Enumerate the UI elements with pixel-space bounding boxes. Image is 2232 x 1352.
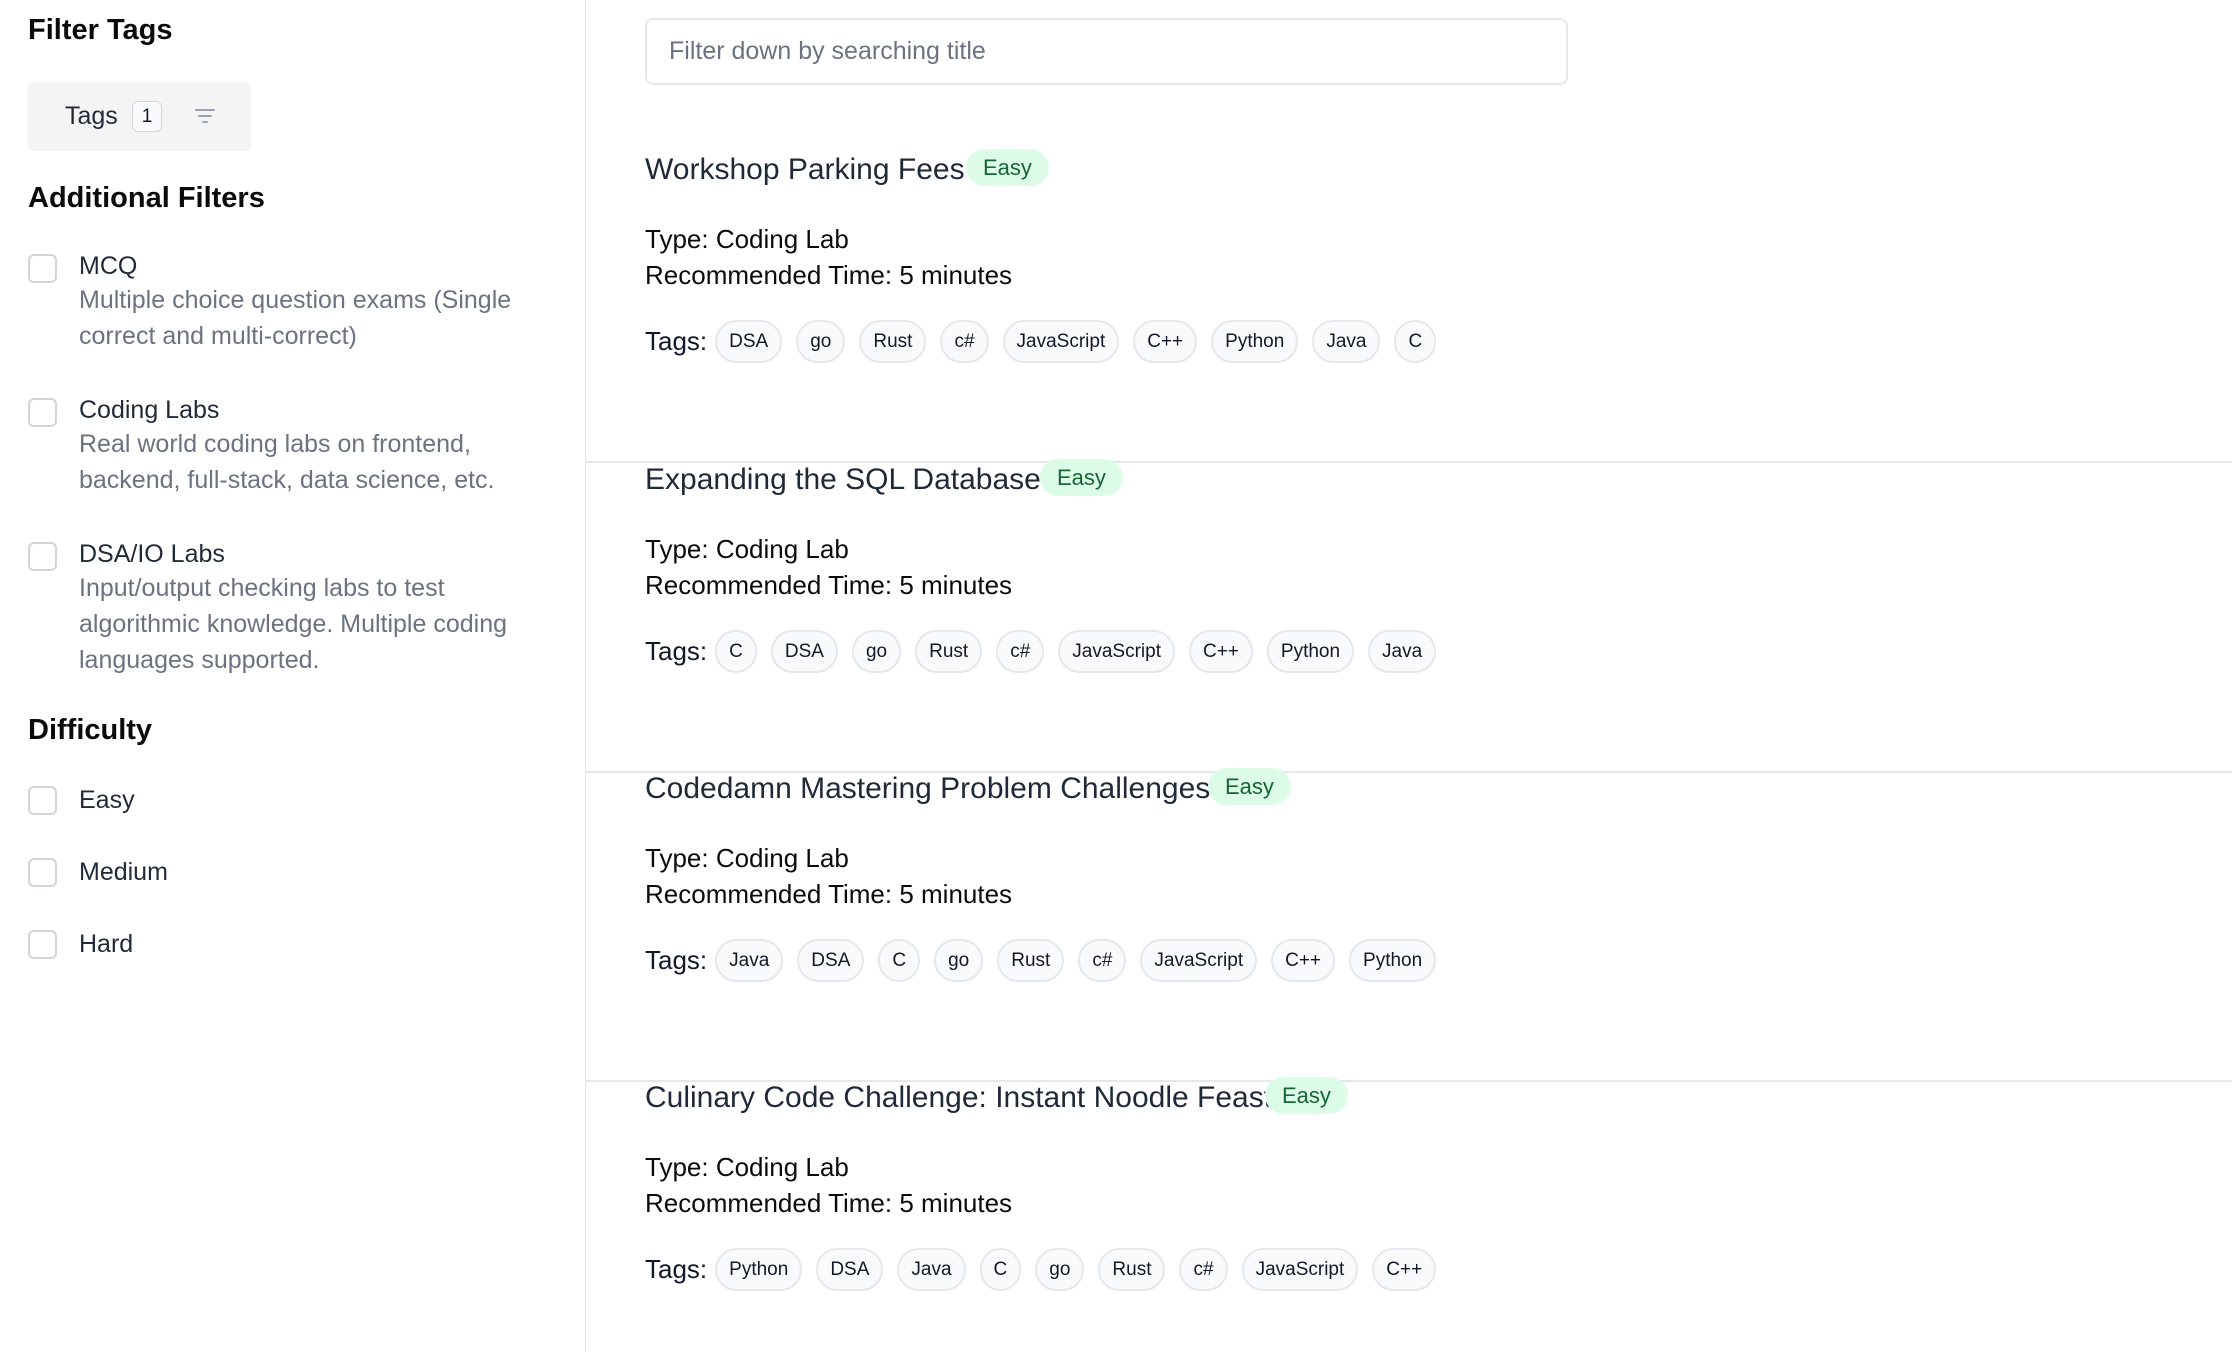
dsa-io-labs-description: Input/output checking labs to test algor… <box>79 574 508 674</box>
difficulty-badge: Easy <box>966 149 1049 186</box>
tag-chip: JavaScript <box>1140 939 1258 982</box>
hard-label: Hard <box>79 930 134 958</box>
easy-label: Easy <box>79 786 135 814</box>
lab-title-link[interactable]: Culinary Code Challenge: Instant Noodle … <box>645 1081 1272 1115</box>
recommended-time: Recommended Time: 5 minutes <box>645 1188 1013 1218</box>
tag-chip: Java <box>1368 630 1437 673</box>
lab-tags-row: Tags: Python DSA Java Cgo Rust c# JavaScript C++ <box>645 1248 1437 1291</box>
dsa-io-labs-label: DSA/IO Labs <box>79 540 225 568</box>
tag-chip: Python <box>715 1248 803 1291</box>
tag-chip: c# <box>996 630 1045 673</box>
tag-chip: Java <box>1312 320 1381 363</box>
lab-type: Type: Coding Lab <box>645 843 849 873</box>
lab-tags-row: Tags: DSA go Rust c# JavaScript C++ Python Java C <box>645 320 1437 363</box>
tags-label: Tags: <box>645 945 708 975</box>
lab-card: Expanding the SQL Database Easy Type: Codi… <box>586 459 2232 773</box>
recommended-time: Recommended Time: 5 minutes <box>645 570 1013 600</box>
lab-type: Type: Coding Lab <box>645 1152 849 1182</box>
filter-sidebar: Filter Tags Tags 1 Additional Filters MC… <box>0 0 586 1352</box>
easy-checkbox[interactable] <box>28 786 57 815</box>
lab-tags-row: Tags: C DSA go Rust c# JavaScript C++ Python Java <box>645 630 1437 673</box>
difficulty-badge: Easy <box>1040 459 1123 496</box>
coding-labs-checkbox[interactable] <box>28 398 57 427</box>
difficulty-badge: Easy <box>1208 768 1291 805</box>
tag-chip: C <box>715 630 757 673</box>
tag-chip: JavaScript <box>1058 630 1175 673</box>
tag-chip: C++ <box>1271 939 1336 982</box>
tag-chip: c# <box>940 320 989 363</box>
lab-title-link[interactable]: Workshop Parking Fees <box>645 153 965 187</box>
tag-chip: DSA <box>797 939 865 982</box>
tags-label: Tags: <box>645 636 708 666</box>
tag-chip: go <box>851 630 902 673</box>
hard-checkbox[interactable] <box>28 930 57 959</box>
tags-count-badge: 1 <box>132 101 162 132</box>
additional-filters-heading: Additional Filters <box>28 182 265 214</box>
tag-chip: C <box>878 939 921 982</box>
dsa-io-labs-checkbox[interactable] <box>28 542 57 571</box>
tag-chip: go <box>796 320 846 363</box>
medium-label: Medium <box>79 858 168 886</box>
lab-type: Type: Coding Lab <box>645 224 849 254</box>
filter-lines-icon <box>195 109 215 123</box>
tag-chip: Python <box>1349 939 1437 982</box>
tags-button-label: Tags <box>65 102 118 130</box>
lab-type: Type: Coding Lab <box>645 534 849 564</box>
tag-chip: c# <box>1078 939 1127 982</box>
coding-labs-description: Real world coding labs on frontend, back… <box>79 430 495 494</box>
tag-chip: Java <box>715 939 784 982</box>
search-input[interactable] <box>645 18 1568 85</box>
tag-chip: c# <box>1179 1248 1228 1291</box>
tag-chip: C++ <box>1133 320 1198 363</box>
difficulty-heading: Difficulty <box>28 714 153 746</box>
lab-title-link[interactable]: Expanding the SQL Database <box>645 463 1041 497</box>
medium-checkbox[interactable] <box>28 858 57 887</box>
tags-label: Tags: <box>645 1254 708 1284</box>
tag-chip: JavaScript <box>1241 1248 1359 1291</box>
lab-card: Workshop Parking Fees Easy Type: Coding La… <box>586 149 2232 463</box>
mcq-label: MCQ <box>79 252 138 280</box>
mcq-description: Multiple choice question exams (Single c… <box>79 286 512 350</box>
mcq-checkbox[interactable] <box>28 254 57 283</box>
recommended-time: Recommended Time: 5 minutes <box>645 879 1013 909</box>
filter-tags-heading: Filter Tags <box>28 14 173 46</box>
tag-chip: go <box>1035 1248 1085 1291</box>
tag-chip: C++ <box>1372 1248 1437 1291</box>
coding-labs-label: Coding Labs <box>79 396 220 424</box>
lab-tags-row: Tags: Java DSA Cgo Rust c# JavaScript C++ Python <box>645 939 1437 982</box>
tag-chip: Rust <box>859 320 927 363</box>
recommended-time: Recommended Time: 5 minutes <box>645 260 1013 290</box>
lab-card: Codedamn Mastering Problem Challenges Eas… <box>586 768 2232 1082</box>
tag-chip: C++ <box>1188 630 1253 673</box>
tag-chip: JavaScript <box>1002 320 1120 363</box>
tag-chip: Rust <box>1098 1248 1166 1291</box>
tag-chip: go <box>934 939 984 982</box>
tag-chip: Java <box>897 1248 966 1291</box>
tag-chip: Python <box>1266 630 1355 673</box>
tags-filter-button[interactable]: Tags 1 <box>27 82 251 151</box>
lab-card: Culinary Code Challenge: Instant Noodle … <box>586 1077 2232 1352</box>
tag-chip: DSA <box>816 1248 884 1291</box>
tag-chip: C <box>1394 320 1437 363</box>
tag-chip: Rust <box>915 630 983 673</box>
tag-chip: Python <box>1211 320 1299 363</box>
tag-chip: Rust <box>997 939 1065 982</box>
difficulty-badge: Easy <box>1265 1077 1348 1114</box>
tag-chip: DSA <box>770 630 838 673</box>
tags-label: Tags: <box>645 326 708 356</box>
page: Filter Tags Tags 1 Additional Filters MC… <box>0 0 2232 1352</box>
tag-chip: C <box>979 1248 1022 1291</box>
tag-chip: DSA <box>715 320 783 363</box>
lab-title-link[interactable]: Codedamn Mastering Problem Challenges <box>645 772 1210 806</box>
